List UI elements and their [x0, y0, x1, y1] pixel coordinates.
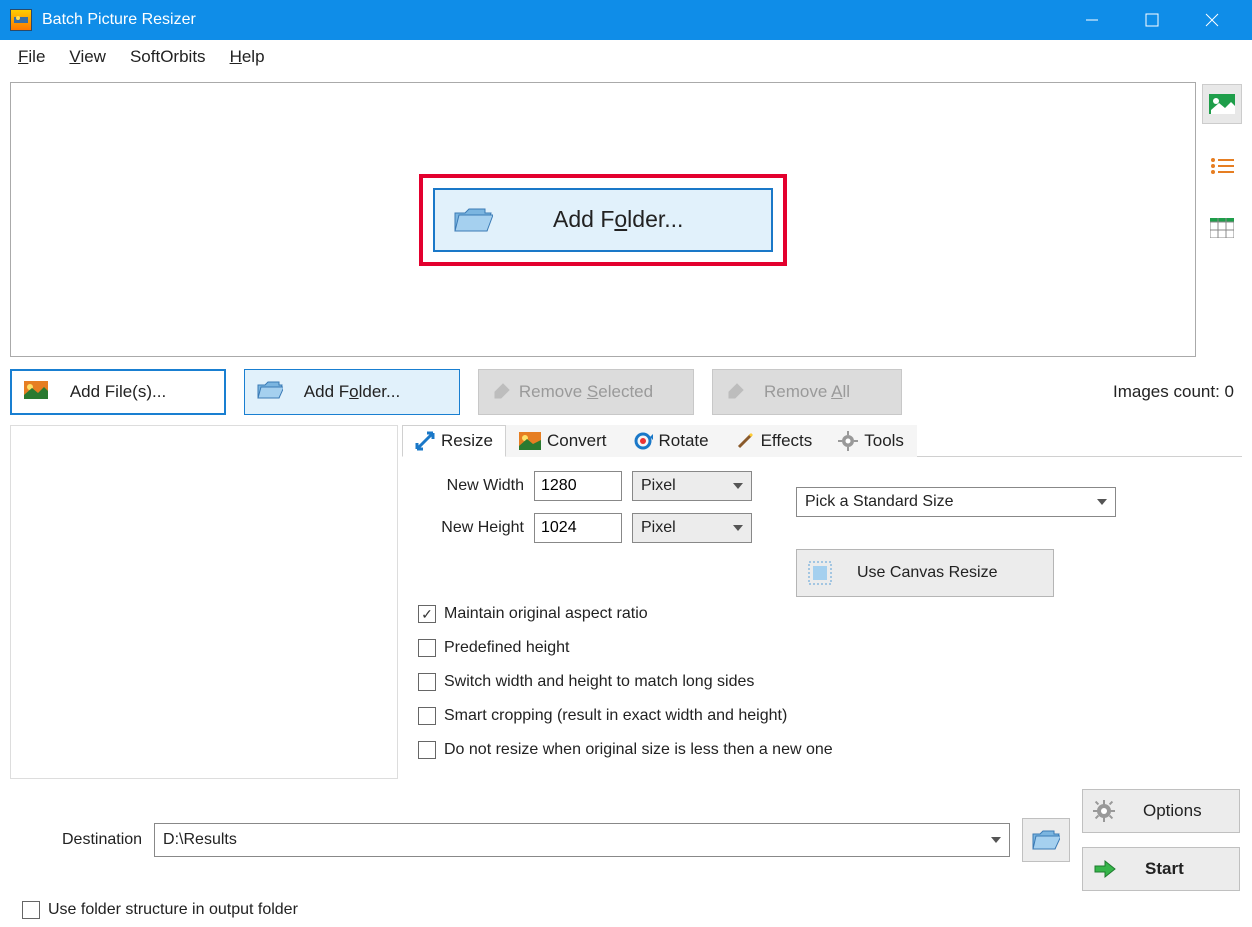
- chevron-down-icon: [1097, 499, 1107, 505]
- chk-smart-crop[interactable]: [418, 707, 436, 725]
- add-folder-big-button[interactable]: Add Folder...: [433, 188, 773, 252]
- tab-resize-label: Resize: [441, 431, 493, 451]
- app-icon: [10, 9, 32, 31]
- chk-folder-structure[interactable]: [22, 901, 40, 919]
- destination-value: D:\Results: [163, 831, 237, 849]
- rail-grid-view[interactable]: [1202, 208, 1242, 248]
- chk-predef-height-label: Predefined height: [444, 639, 569, 657]
- folder-icon: [257, 380, 283, 405]
- remove-all-button[interactable]: Remove All: [712, 369, 902, 415]
- chevron-down-icon: [733, 525, 743, 531]
- eraser-all-icon: [725, 380, 745, 405]
- remove-selected-label: Remove Selected: [519, 382, 653, 402]
- images-count: Images count: 0: [1113, 382, 1242, 402]
- options-button[interactable]: Options: [1082, 789, 1240, 833]
- app-title: Batch Picture Resizer: [42, 11, 1062, 29]
- std-size-select[interactable]: Pick a Standard Size: [796, 487, 1116, 517]
- canvas-resize-button[interactable]: Use Canvas Resize: [796, 549, 1054, 597]
- tab-tools[interactable]: Tools: [825, 425, 917, 457]
- maximize-button[interactable]: [1122, 0, 1182, 40]
- chk-predef-height[interactable]: [418, 639, 436, 657]
- wand-icon: [735, 431, 755, 451]
- menubar: File View SoftOrbits Help: [0, 40, 1252, 74]
- chk-smart-crop-label: Smart cropping (result in exact width an…: [444, 707, 787, 725]
- menu-file[interactable]: File: [6, 43, 57, 71]
- add-folder-label: Add Folder...: [304, 382, 400, 402]
- tab-convert-label: Convert: [547, 431, 607, 451]
- images-count-value: 0: [1225, 382, 1234, 401]
- view-rail: [1196, 82, 1242, 357]
- gear-icon: [1093, 800, 1115, 822]
- resize-panel: New Width Pixel New Height Pixel Pick a …: [402, 457, 1242, 783]
- rotate-icon: [633, 431, 653, 451]
- add-folder-button[interactable]: Add Folder...: [244, 369, 460, 415]
- options-label: Options: [1143, 801, 1202, 821]
- menu-softorbits[interactable]: SoftOrbits: [118, 43, 218, 71]
- rail-list-view[interactable]: [1202, 146, 1242, 186]
- tab-effects[interactable]: Effects: [722, 425, 826, 457]
- start-label: Start: [1145, 859, 1184, 879]
- menu-help[interactable]: Help: [218, 43, 277, 71]
- tab-convert[interactable]: Convert: [506, 425, 620, 457]
- add-files-button[interactable]: Add File(s)...: [10, 369, 226, 415]
- eraser-icon: [491, 380, 511, 405]
- remove-selected-button[interactable]: Remove Selected: [478, 369, 694, 415]
- destination-label: Destination: [62, 831, 142, 849]
- preview-area: Add Folder...: [10, 82, 1196, 357]
- rail-thumbnail-view[interactable]: [1202, 84, 1242, 124]
- tab-rotate[interactable]: Rotate: [620, 425, 722, 457]
- width-unit-select[interactable]: Pixel: [632, 471, 752, 501]
- toolbar: Add File(s)... Add Folder... Remove Sele…: [0, 357, 1252, 419]
- height-unit-select[interactable]: Pixel: [632, 513, 752, 543]
- folder-open-icon: [453, 205, 493, 235]
- canvas-icon: [807, 560, 833, 586]
- close-button[interactable]: [1182, 0, 1242, 40]
- start-button[interactable]: Start: [1082, 847, 1240, 891]
- remove-all-label: Remove All: [764, 382, 850, 402]
- titlebar: Batch Picture Resizer: [0, 0, 1252, 40]
- destination-combo[interactable]: D:\Results: [154, 823, 1010, 857]
- new-height-label: New Height: [418, 519, 524, 537]
- chk-switch-wh-label: Switch width and height to match long si…: [444, 673, 754, 691]
- add-folder-highlight: Add Folder...: [419, 174, 787, 266]
- image-icon: [24, 381, 48, 404]
- chk-no-upscale-label: Do not resize when original size is less…: [444, 741, 833, 759]
- chk-folder-structure-label: Use folder structure in output folder: [48, 901, 298, 919]
- file-list-pane: [10, 425, 398, 779]
- tab-effects-label: Effects: [761, 431, 813, 451]
- add-files-label: Add File(s)...: [70, 382, 166, 402]
- arrow-right-icon: [1093, 859, 1117, 879]
- chevron-down-icon: [733, 483, 743, 489]
- add-folder-big-label: Add Folder...: [553, 206, 683, 233]
- new-width-label: New Width: [418, 477, 524, 495]
- menu-view[interactable]: View: [57, 43, 118, 71]
- chk-switch-wh[interactable]: [418, 673, 436, 691]
- browse-button[interactable]: [1022, 818, 1070, 862]
- chk-aspect-ratio[interactable]: [418, 605, 436, 623]
- canvas-resize-label: Use Canvas Resize: [857, 564, 998, 582]
- new-height-input[interactable]: [534, 513, 622, 543]
- minimize-button[interactable]: [1062, 0, 1122, 40]
- settings-pane: Resize Convert Rotate Effects Tools: [402, 425, 1242, 779]
- convert-icon: [519, 432, 541, 450]
- chk-no-upscale[interactable]: [418, 741, 436, 759]
- tab-rotate-label: Rotate: [659, 431, 709, 451]
- folder-open-icon: [1032, 829, 1060, 851]
- images-count-label: Images count:: [1113, 382, 1220, 401]
- tab-resize[interactable]: Resize: [402, 425, 506, 457]
- tabs: Resize Convert Rotate Effects Tools: [402, 425, 1242, 457]
- gear-icon: [838, 431, 858, 451]
- chk-aspect-ratio-label: Maintain original aspect ratio: [444, 605, 648, 623]
- tab-tools-label: Tools: [864, 431, 904, 451]
- new-width-input[interactable]: [534, 471, 622, 501]
- resize-icon: [415, 431, 435, 451]
- chevron-down-icon: [991, 837, 1001, 843]
